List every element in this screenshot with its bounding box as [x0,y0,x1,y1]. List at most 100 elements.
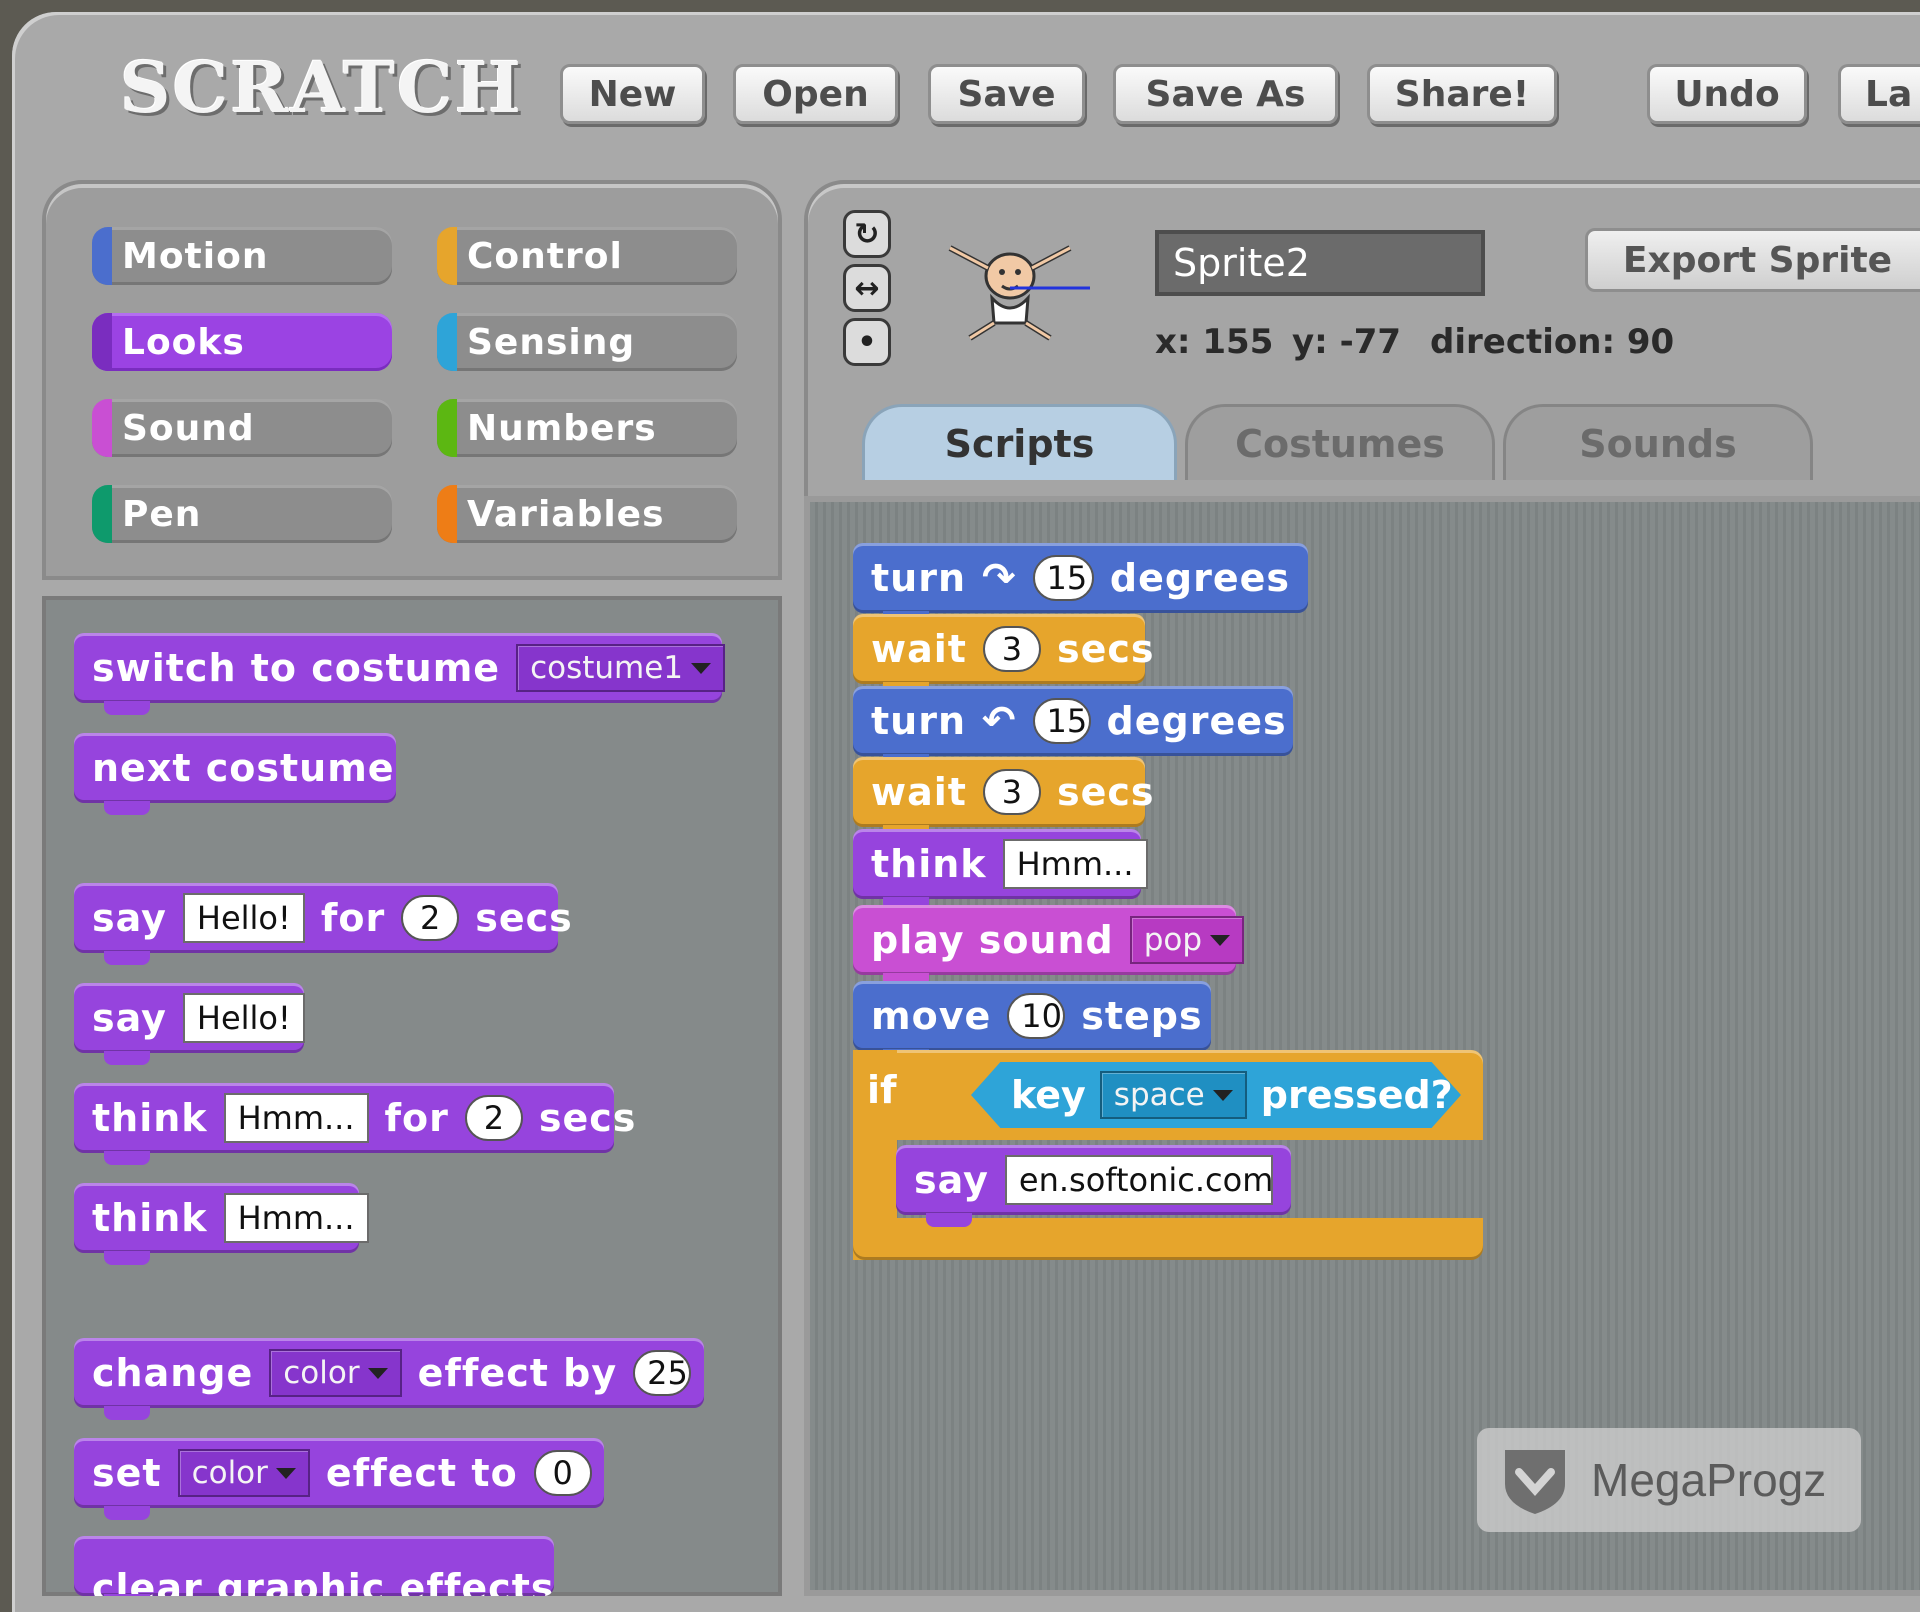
block-label: turn [871,699,967,743]
block-label: set [92,1451,162,1495]
category-pen[interactable]: Pen [92,485,392,543]
dropdown-value: pop [1143,922,1203,958]
block-label: turn [871,556,967,600]
say-text-input[interactable]: Hello! [182,893,305,943]
key-pressed-condition[interactable]: key space pressed? [971,1062,1461,1128]
secs-input[interactable]: 2 [401,895,460,941]
category-variables[interactable]: Variables [437,485,737,543]
block-say[interactable]: say Hello! [74,983,305,1065]
category-numbers[interactable]: Numbers [437,399,737,457]
key-dropdown[interactable]: space [1099,1071,1247,1119]
tab-scripts[interactable]: Scripts [862,404,1177,480]
category-sensing[interactable]: Sensing [437,313,737,371]
dropdown-value: color [191,1455,268,1491]
watermark-text: MegaProgz [1591,1454,1827,1506]
block-label: wait [871,627,967,671]
block-label: move [871,994,992,1038]
dropdown-arrow-icon [1212,1089,1233,1101]
steps-input[interactable]: 10 [1007,993,1066,1039]
effect-dropdown[interactable]: color [269,1349,402,1397]
new-button[interactable]: New [560,64,705,124]
wait-secs-input[interactable]: 3 [982,769,1041,815]
rotate-style-flip-icon[interactable]: ↔ [843,264,891,312]
y-value: -77 [1339,322,1402,362]
block-label: effect to [325,1451,518,1495]
block-label: steps [1081,994,1203,1038]
think-text-input[interactable]: Hmm... [223,1193,369,1243]
block-label: play sound [871,918,1114,962]
block-think[interactable]: think Hmm... [74,1183,369,1265]
effect-dropdown[interactable]: color [177,1449,310,1497]
costume-dropdown[interactable]: costume1 [516,644,726,692]
block-label: secs [1056,627,1155,671]
dropdown-arrow-icon [275,1467,296,1479]
block-label: think [92,1196,208,1240]
direction-value: 90 [1626,322,1675,362]
x-label: x: [1155,322,1191,362]
block-play-sound[interactable]: play sound pop [853,905,1245,987]
say-text-input[interactable]: Hello! [182,993,305,1043]
sound-dropdown[interactable]: pop [1129,916,1245,964]
x-coordinate: x: 155 [1155,322,1273,362]
share-button[interactable]: Share! [1367,64,1557,124]
block-turn-counterclockwise[interactable]: turn ↶ 15 degrees [853,686,1293,768]
save-as-button[interactable]: Save As [1113,64,1338,124]
block-wait-secs[interactable]: wait 3 secs [853,757,1154,839]
sprite-thumbnail [948,245,1090,341]
block-clear-graphic-effects[interactable]: clear graphic effects [74,1536,554,1596]
block-wait-secs[interactable]: wait 3 secs [853,614,1154,696]
direction-readout: direction: 90 [1430,322,1674,362]
watermark: MegaProgz [1477,1428,1861,1532]
category-looks[interactable]: Looks [92,313,392,371]
block-label: change [92,1351,254,1395]
dropdown-arrow-icon [691,662,712,674]
download-shield-icon [1505,1450,1565,1514]
export-sprite-button[interactable]: Export Sprite [1585,228,1920,292]
tab-sounds[interactable]: Sounds [1503,404,1813,480]
tab-costumes[interactable]: Costumes [1185,404,1495,480]
block-next-costume[interactable]: next costume [74,733,396,815]
block-label: clear graphic effects [92,1566,554,1596]
secs-input[interactable]: 2 [464,1095,523,1141]
language-button[interactable]: La [1838,64,1920,124]
category-control[interactable]: Control [437,227,737,285]
degrees-input[interactable]: 15 [1032,698,1091,744]
category-sound[interactable]: Sound [92,399,392,457]
block-think-for-secs[interactable]: think Hmm... for 2 secs [74,1083,635,1165]
category-motion[interactable]: Motion [92,227,392,285]
sprite-name-field[interactable]: Sprite2 [1155,230,1485,296]
degrees-input[interactable]: 15 [1032,555,1094,601]
block-label: say [92,996,167,1040]
block-think[interactable]: think Hmm... [853,829,1148,911]
y-label: y: [1292,322,1328,362]
block-set-effect[interactable]: set color effect to 0 [74,1438,604,1520]
say-text-input[interactable]: en.softonic.com [1004,1155,1273,1205]
block-turn-clockwise[interactable]: turn ↷ 15 degrees [853,543,1308,625]
block-label: think [92,1096,208,1140]
dropdown-value: color [283,1355,360,1391]
dropdown-value: space [1113,1077,1205,1113]
rotate-style-none-icon[interactable]: • [843,318,891,366]
scratch-logo: SCRATCH [120,46,523,129]
block-label: next costume [92,746,395,790]
block-label: say [914,1158,989,1202]
block-label: wait [871,770,967,814]
open-button[interactable]: Open [733,64,898,124]
effect-value-input[interactable]: 0 [533,1450,592,1496]
think-text-input[interactable]: Hmm... [1002,839,1148,889]
block-say-for-secs[interactable]: say Hello! for 2 secs [74,883,572,965]
save-button[interactable]: Save [928,64,1085,124]
wait-secs-input[interactable]: 3 [982,626,1041,672]
block-move-steps[interactable]: move 10 steps [853,981,1211,1063]
block-label: key [1011,1073,1086,1117]
y-coordinate: y: -77 [1292,322,1401,362]
undo-button[interactable]: Undo [1647,64,1807,124]
rotate-style-all-icon[interactable]: ↻ [843,210,891,258]
block-switch-costume[interactable]: switch to costume costume1 [74,633,726,715]
think-text-input[interactable]: Hmm... [223,1093,369,1143]
effect-value-input[interactable]: 25 [633,1350,692,1396]
rotate-clockwise-icon: ↷ [982,555,1017,601]
block-change-effect[interactable]: change color effect by 25 [74,1338,704,1420]
block-say[interactable]: say en.softonic.com [896,1145,1291,1227]
rotate-counterclockwise-icon: ↶ [982,698,1017,744]
